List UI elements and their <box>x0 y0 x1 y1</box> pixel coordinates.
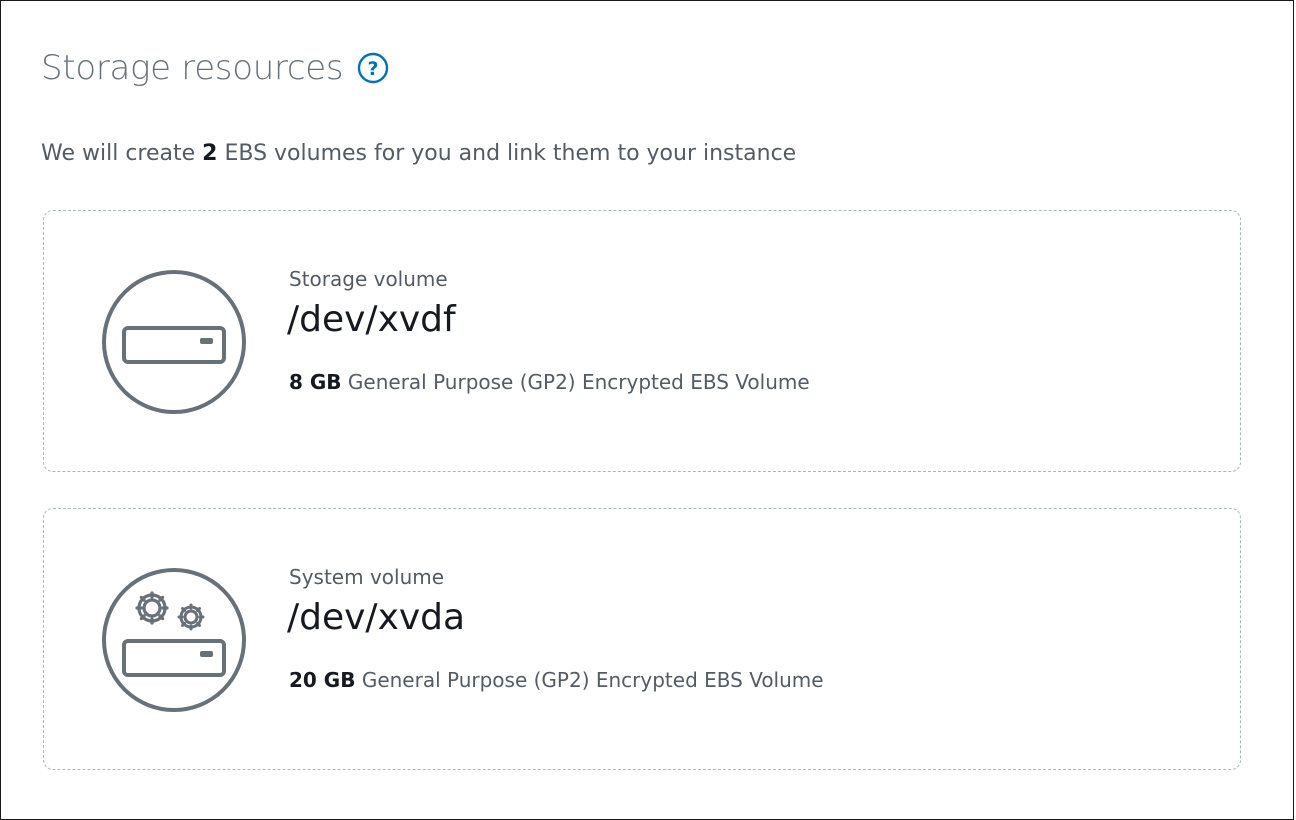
volume-card-storage: Storage volume /dev/xvdf 8 GB General Pu… <box>43 210 1241 472</box>
volume-type: General Purpose (GP2) Encrypted EBS Volu… <box>347 370 810 394</box>
volume-kind: System volume <box>289 565 445 589</box>
intro-prefix: We will create <box>41 141 196 166</box>
section-header: Storage resources ? <box>41 51 389 85</box>
volume-kind: Storage volume <box>289 267 448 291</box>
storage-drive-icon <box>100 268 248 416</box>
volume-description: 20 GB General Purpose (GP2) Encrypted EB… <box>289 668 824 692</box>
volume-description: 8 GB General Purpose (GP2) Encrypted EBS… <box>289 370 810 394</box>
volume-size: 8 GB <box>289 370 342 394</box>
section-title: Storage resources <box>41 48 344 88</box>
volume-count: 2 <box>202 141 218 166</box>
storage-resources-panel: Storage resources ? We will create 2 EBS… <box>0 0 1294 820</box>
intro-suffix: EBS volumes for you and link them to you… <box>224 141 797 166</box>
question-circle-icon[interactable]: ? <box>357 52 389 84</box>
system-drive-gears-icon <box>100 566 248 714</box>
intro-text: We will create 2 EBS volumes for you and… <box>41 141 796 166</box>
volume-device: /dev/xvdf <box>287 299 456 340</box>
volume-device: /dev/xvda <box>287 597 466 638</box>
volume-type: General Purpose (GP2) Encrypted EBS Volu… <box>361 668 824 692</box>
volume-card-system: System volume /dev/xvda 20 GB General Pu… <box>43 508 1241 770</box>
volume-size: 20 GB <box>289 668 356 692</box>
svg-text:?: ? <box>368 58 379 80</box>
